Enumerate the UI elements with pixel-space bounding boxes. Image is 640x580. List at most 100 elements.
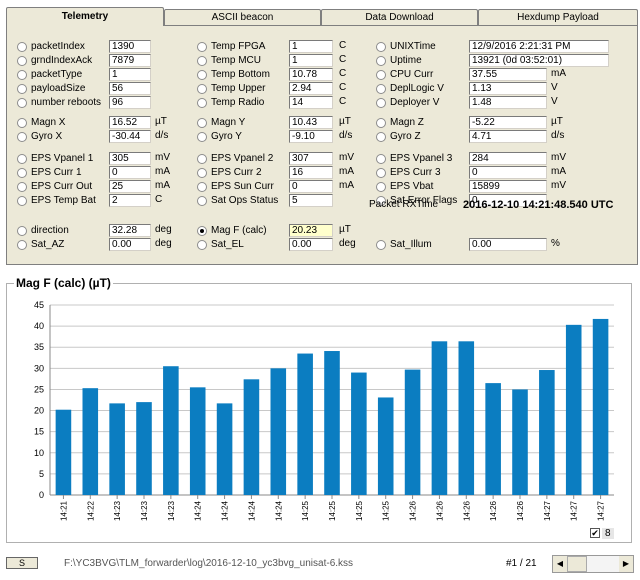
field-value: 20.23 (289, 224, 333, 237)
select-radio[interactable] (197, 98, 207, 108)
select-radio[interactable] (197, 56, 207, 66)
select-radio[interactable] (197, 182, 207, 192)
chart-bar (216, 403, 233, 495)
chart-bar (565, 324, 582, 495)
field-label: Temp MCU (211, 55, 262, 66)
field-value: 14 (289, 96, 333, 109)
packet-rxtime-value: 2016-12-10 14:21:48.540 UTC (463, 199, 614, 211)
field-unit: C (155, 194, 163, 205)
field-value: 16.52 (109, 116, 151, 129)
select-radio[interactable] (17, 240, 27, 250)
field-label: DeplLogic V (390, 83, 444, 94)
field-unit: d/s (155, 130, 169, 141)
select-radio[interactable] (197, 196, 207, 206)
select-radio[interactable] (17, 168, 27, 178)
select-radio[interactable] (17, 98, 27, 108)
chart-bar (539, 370, 555, 495)
tab-ascii-beacon[interactable]: ASCII beacon (164, 9, 321, 26)
col3-field-12: Sat_Illum 0.00% (376, 238, 616, 252)
status-bar: S F:\YC3BVG\TLM_forwarder\log\2016-12-10… (0, 552, 640, 580)
scroll-right-arrow[interactable]: ▶ (619, 556, 633, 572)
field-value: -5.22 (469, 116, 547, 129)
field-value: 2 (109, 194, 151, 207)
select-radio[interactable] (197, 240, 207, 250)
select-radio[interactable] (197, 70, 207, 80)
field-unit: C (339, 96, 347, 107)
tab-telemetry[interactable]: Telemetry (6, 7, 164, 26)
field-unit: C (339, 68, 347, 79)
field-label: EPS Sun Curr (211, 181, 274, 192)
field-value: -9.10 (289, 130, 333, 143)
select-radio[interactable] (17, 56, 27, 66)
tab-data-download[interactable]: Data Download (321, 9, 478, 26)
select-radio[interactable] (376, 42, 386, 52)
legend-label: 8 (602, 528, 614, 539)
select-radio[interactable] (376, 182, 386, 192)
select-radio[interactable] (17, 226, 27, 236)
select-radio[interactable] (197, 154, 207, 164)
select-radio[interactable] (197, 168, 207, 178)
col3-field-0: UNIXTime 12/9/2016 2:21:31 PM (376, 40, 616, 54)
packet-scrollbar[interactable]: ◀ ▶ (552, 555, 634, 573)
select-radio[interactable] (376, 118, 386, 128)
field-unit: C (339, 82, 347, 93)
select-radio[interactable] (17, 118, 27, 128)
field-unit: deg (155, 238, 172, 249)
tab-hexdump-payload[interactable]: Hexdump Payload (478, 9, 638, 26)
select-radio[interactable] (376, 240, 386, 250)
field-unit: V (551, 96, 558, 107)
field-value: 5 (289, 194, 333, 207)
select-radio[interactable] (17, 70, 27, 80)
chart-legend[interactable]: ✔ 8 (590, 528, 614, 539)
y-tick-label: 45 (34, 300, 44, 310)
select-radio[interactable] (197, 118, 207, 128)
select-radio[interactable] (17, 154, 27, 164)
select-radio[interactable] (17, 182, 27, 192)
field-label: Sat_EL (211, 239, 244, 250)
field-label: Gyro Y (211, 131, 242, 142)
field-unit: µT (155, 116, 167, 127)
col3-field-5: Magn Z -5.22 µT (376, 116, 616, 130)
scroll-thumb[interactable] (567, 556, 587, 572)
select-radio[interactable] (17, 84, 27, 94)
y-tick-label: 40 (34, 321, 44, 331)
select-radio[interactable] (376, 56, 386, 66)
select-radio[interactable] (376, 98, 386, 108)
select-radio[interactable] (376, 70, 386, 80)
select-radio[interactable] (197, 84, 207, 94)
select-radio[interactable] (376, 132, 386, 142)
x-tick-label: 14:27 (597, 500, 606, 521)
select-radio[interactable] (197, 42, 207, 52)
col2-field-11: Mag F (calc) 20.23 µT (197, 224, 437, 238)
field-value: 0.00 (469, 238, 547, 251)
field-unit: mA (155, 166, 170, 177)
select-radio[interactable] (197, 226, 207, 236)
field-unit: deg (155, 224, 172, 235)
y-tick-label: 35 (34, 342, 44, 352)
tab-strip: Telemetry ASCII beacon Data Download Hex… (6, 7, 638, 26)
field-unit: µT (551, 116, 563, 127)
select-radio[interactable] (376, 168, 386, 178)
field-label: Temp FPGA (211, 41, 266, 52)
select-radio[interactable] (197, 132, 207, 142)
legend-checkbox[interactable]: ✔ (590, 528, 600, 539)
scroll-left-arrow[interactable]: ◀ (553, 556, 567, 572)
field-value: 1390 (109, 40, 151, 53)
field-value: 7879 (109, 54, 151, 67)
select-radio[interactable] (376, 154, 386, 164)
field-label: Gyro X (31, 131, 63, 142)
chart-bar (55, 409, 72, 495)
col3-field-6: Gyro Z 4.71 d/s (376, 130, 616, 144)
select-radio[interactable] (17, 132, 27, 142)
status-button[interactable]: S (6, 557, 38, 569)
field-value: 13921 (0d 03:52:01) (469, 54, 609, 67)
chart-bar (458, 341, 475, 495)
field-value: -30.44 (109, 130, 151, 143)
select-radio[interactable] (17, 42, 27, 52)
field-value: 1.13 (469, 82, 547, 95)
select-radio[interactable] (376, 84, 386, 94)
select-radio[interactable] (17, 196, 27, 206)
field-label: EPS Curr 2 (211, 167, 262, 178)
chart-bar (431, 341, 448, 495)
field-value: 0 (469, 166, 547, 179)
